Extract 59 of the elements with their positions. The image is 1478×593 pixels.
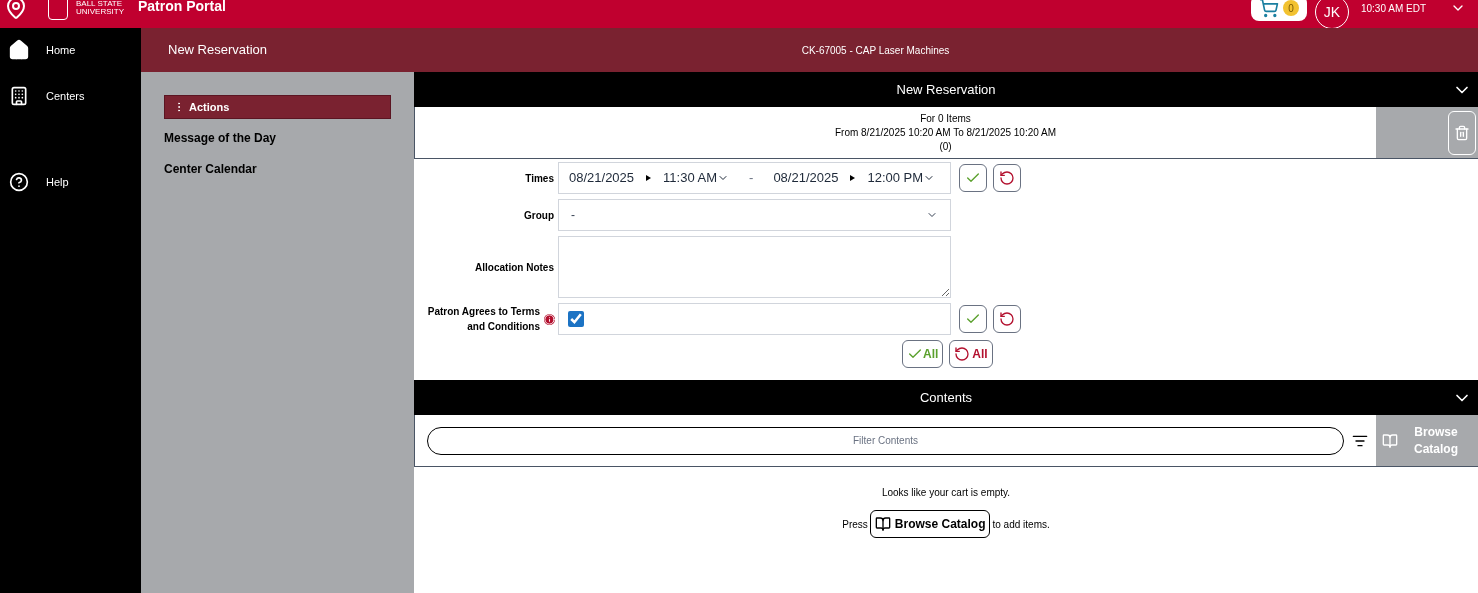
page-title: New Reservation bbox=[167, 41, 268, 60]
range-separator: - bbox=[749, 169, 754, 188]
nav-item[interactable]: Home bbox=[0, 36, 141, 64]
start-time[interactable]: 11:30 AM bbox=[663, 168, 730, 188]
hint-text: Press bbox=[842, 517, 868, 532]
empty-message: Looks like your cart is empty. bbox=[881, 486, 1011, 500]
section-header[interactable]: Contents bbox=[414, 380, 1478, 415]
arrow-icon bbox=[646, 175, 652, 181]
browse-catalog-link[interactable]: Browse Catalog bbox=[869, 510, 991, 538]
book-icon bbox=[874, 516, 891, 532]
field-label: Allocation Notes bbox=[474, 260, 555, 275]
home-icon bbox=[8, 38, 30, 62]
terms-checkbox[interactable] bbox=[568, 311, 584, 327]
end-date[interactable]: 08/21/2025 bbox=[773, 168, 839, 188]
undo-button[interactable] bbox=[993, 164, 1021, 192]
summary-line: From 8/21/2025 10:20 AM To 8/21/2025 10:20 AM bbox=[834, 125, 1057, 140]
section-title: New Reservation bbox=[896, 80, 996, 99]
undo-icon bbox=[999, 311, 1015, 327]
field-label: Patron Agrees to Terms and Conditions bbox=[426, 305, 541, 334]
section-title: Contents bbox=[919, 388, 972, 407]
undo-all-button[interactable]: All bbox=[949, 340, 993, 368]
cart-count: 0 bbox=[1282, 0, 1299, 16]
cart-button[interactable]: 0 bbox=[1250, 0, 1307, 21]
trash-icon bbox=[1454, 124, 1470, 141]
section-header[interactable]: New Reservation bbox=[414, 72, 1478, 107]
action-link[interactable]: Message of the Day bbox=[164, 126, 391, 150]
notes-field[interactable] bbox=[558, 236, 951, 298]
logo-icon bbox=[48, 0, 68, 20]
summary-line: (0) bbox=[939, 139, 952, 154]
actions-title: Actions bbox=[189, 99, 230, 115]
group-select[interactable]: - bbox=[558, 199, 951, 231]
clock-time: 10:30 AM EDT bbox=[1360, 1, 1426, 16]
end-time[interactable]: 12:00 PM bbox=[867, 168, 936, 188]
undo-icon bbox=[954, 346, 971, 362]
apply-button[interactable] bbox=[959, 164, 987, 192]
field-label: Times bbox=[524, 171, 555, 186]
action-link[interactable]: Center Calendar bbox=[164, 157, 391, 181]
book-icon bbox=[1382, 432, 1398, 449]
filter-field[interactable]: Filter Contents bbox=[427, 426, 1344, 455]
portal-title: Patron Portal bbox=[138, 0, 226, 13]
nav-item[interactable]: Help bbox=[0, 168, 141, 196]
nav-item[interactable]: Centers bbox=[0, 82, 141, 110]
actions-header[interactable]: Actions bbox=[164, 95, 391, 119]
start-date[interactable]: 08/21/2025 bbox=[569, 168, 635, 188]
undo-icon bbox=[999, 170, 1015, 186]
resource-name: CK-67005 - CAP Laser Machines bbox=[800, 43, 951, 58]
field-label: Group bbox=[523, 208, 555, 223]
undo-button[interactable] bbox=[993, 305, 1021, 333]
time-range-field[interactable]: 08/21/2025 11:30 AM - 08/21/2025 12:00 PM bbox=[558, 162, 951, 194]
org-name: BALL STATE UNIVERSITY bbox=[76, 0, 125, 16]
help-icon bbox=[9, 172, 29, 192]
cart-icon bbox=[1258, 0, 1279, 18]
info-icon bbox=[544, 313, 555, 325]
arrow-icon bbox=[850, 175, 856, 181]
pin-icon bbox=[4, 0, 28, 20]
summary-line: For 0 Items bbox=[920, 111, 971, 126]
hint-text: to add items. bbox=[992, 517, 1050, 532]
building-icon bbox=[9, 86, 29, 106]
apply-button[interactable] bbox=[959, 305, 987, 333]
